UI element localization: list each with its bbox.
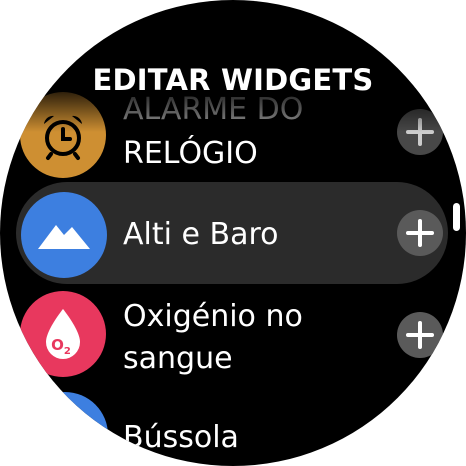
add-widget-button[interactable] [397,109,443,155]
compass-icon [22,392,108,466]
widget-label-line1: Oxigénio no [123,299,303,334]
alarm-clock-icon [20,92,106,178]
add-widget-button[interactable] [397,210,443,256]
scroll-indicator[interactable] [453,203,460,231]
add-icon [406,219,434,247]
widget-label: Alti e Baro [123,217,279,252]
blood-oxygen-icon: O2 [20,291,106,377]
add-widget-button[interactable] [397,312,443,358]
widget-label: Bússola [123,420,239,455]
page-title: EDITAR WIDGETS [92,63,374,97]
add-icon [406,118,434,146]
mountain-icon [21,192,107,278]
widget-label-line2: RELÓGIO [123,136,258,171]
watch-screen: EDITAR WIDGETS ALARME DO RELÓGIO Alti e … [0,0,466,466]
add-icon [406,321,434,349]
widget-label-line2: sangue [123,341,233,376]
